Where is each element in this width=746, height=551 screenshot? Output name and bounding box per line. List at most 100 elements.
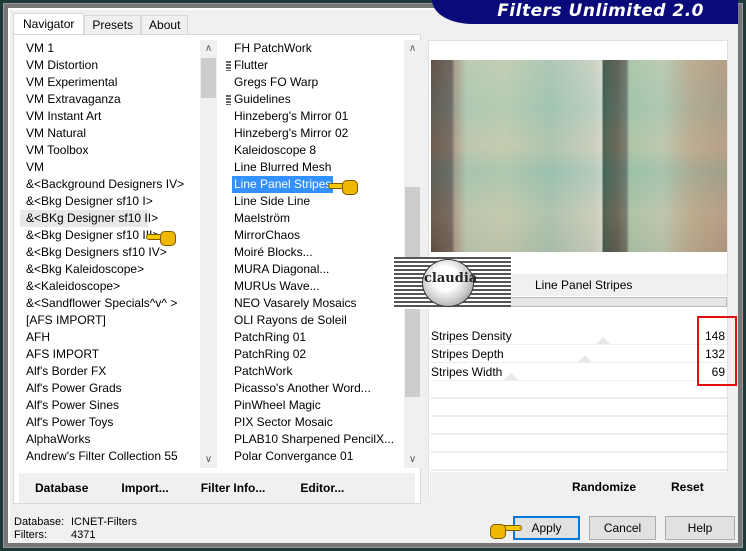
category-item[interactable]: [AFS IMPORT] [20,312,216,329]
category-item[interactable]: VM 1 [20,40,216,57]
filter-item[interactable]: PatchRing 01 [226,329,420,346]
filter-item-label: PatchWork [234,364,293,378]
category-item[interactable]: Alf's Border FX [20,363,216,380]
filter-list[interactable]: FH PatchWork Flutter Gregs FO Warp Guidelin… [226,40,420,468]
watermark-logo: claudia [394,257,511,309]
empty-parameter-row [431,381,727,399]
filter-item[interactable]: Guidelines [226,91,420,108]
scroll-down-icon[interactable]: ∨ [404,451,421,468]
filter-item[interactable]: Hinzeberg's Mirror 01 [226,108,420,125]
category-item[interactable]: &<Sandflower Specials^v^ > [20,295,216,312]
filter-item[interactable]: Picasso's Another Word... [226,380,420,397]
filter-item[interactable]: Polar Convergance 02 [226,465,420,468]
scroll-up-icon[interactable]: ∧ [200,40,217,57]
slider-marker-icon[interactable] [503,373,518,380]
values-highlight-box [697,316,737,386]
filter-item-label: Flutter [234,58,269,72]
category-item[interactable]: AFH [20,329,216,346]
category-item[interactable]: &<Bkg Designer sf10 III> [20,227,216,244]
filter-item-label: Maelström [234,211,291,225]
pointing-hand-icon [490,522,522,539]
tab-navigator[interactable]: Navigator [13,13,85,35]
filter-item[interactable]: MURUs Wave... [226,278,420,295]
filter-item[interactable]: Hinzeberg's Mirror 02 [226,125,420,142]
help-button[interactable]: Help [665,516,735,540]
filter-item-label: PIX Sector Mosaic [234,415,333,429]
editor-button[interactable]: Editor... [300,481,344,495]
import-button[interactable]: Import... [121,481,168,495]
category-item[interactable]: VM Natural [20,125,216,142]
filter-item[interactable]: Kaleidoscope 8 [226,142,420,159]
filter-item[interactable]: Maelström [226,210,420,227]
filter-item[interactable]: PIX Sector Mosaic [226,414,420,431]
category-item[interactable]: &<Bkg Designer sf10 I> [20,193,216,210]
filter-item[interactable]: Line Side Line [226,193,420,210]
filters-count: 4371 [71,529,96,541]
filter-item[interactable]: MirrorChaos [226,227,420,244]
filter-item[interactable]: Line Panel Stripes [226,176,420,193]
filter-item[interactable]: MURA Diagonal... [226,261,420,278]
category-item[interactable]: Alf's Power Grads [20,380,216,397]
filter-item[interactable]: PatchRing 02 [226,346,420,363]
category-item[interactable]: VM Extravaganza [20,91,216,108]
group-marker-icon [226,95,231,105]
filter-item[interactable]: Flutter [226,57,420,74]
filter-item[interactable]: PinWheel Magic [226,397,420,414]
parameter-row[interactable]: Stripes Width 69 [431,363,727,381]
filter-info-button[interactable]: Filter Info... [201,481,266,495]
filter-item-label: NEO Vasarely Mosaics [234,296,357,310]
database-value: ICNET-Filters [71,516,137,528]
filter-item-label: Line Side Line [234,194,311,208]
filter-item-label: Moiré Blocks... [234,245,313,259]
category-item[interactable]: VM Toolbox [20,142,216,159]
empty-parameter-row [431,453,727,471]
filter-item[interactable]: Gregs FO Warp [226,74,420,91]
category-item[interactable]: VM Instant Art [20,108,216,125]
filter-item-label: Line Blurred Mesh [234,160,332,174]
tab-presets[interactable]: Presets [84,15,142,35]
category-item[interactable]: &<Kaleidoscope> [20,278,216,295]
category-item[interactable]: Andrew's Filter Collection 55 [20,448,216,465]
randomize-button[interactable]: Randomize [572,480,636,494]
database-label: Database: [14,516,65,528]
database-button[interactable]: Database [35,481,88,495]
scroll-up-icon[interactable]: ∧ [404,40,421,57]
tab-about[interactable]: About [141,15,189,35]
filter-item[interactable]: PLAB10 Sharpened PencilX... [226,431,420,448]
cancel-button[interactable]: Cancel [589,516,656,540]
category-scrollbar[interactable]: ∧ ∨ [200,40,217,468]
category-list[interactable]: VM 1 VM Distortion VM Experimental VM Extra… [20,40,216,468]
filter-item[interactable]: NEO Vasarely Mosaics [226,295,420,312]
scroll-down-icon[interactable]: ∨ [200,451,217,468]
parameter-row[interactable]: Stripes Depth 132 [431,345,727,363]
navigator-panel: VM 1 VM Distortion VM Experimental VM Extra… [13,34,421,504]
filter-scrollbar[interactable]: ∧ ∨ [404,40,421,468]
apply-button[interactable]: Apply [513,516,580,540]
filter-item[interactable]: Polar Convergance 01 [226,448,420,465]
category-item[interactable]: &<BKg Designer sf10 II> [20,210,158,227]
slider-marker-icon[interactable] [577,355,592,362]
category-item[interactable]: &<Background Designers IV> [20,176,216,193]
category-item[interactable]: VM [20,159,216,176]
filter-item[interactable]: Moiré Blocks... [226,244,420,261]
category-item[interactable]: &<Bkg Designers sf10 IV> [20,244,216,261]
category-item[interactable]: VM Experimental [20,74,216,91]
category-item[interactable]: Alf's Power Sines [20,397,216,414]
category-item[interactable]: VM Distortion [20,57,216,74]
filter-item[interactable]: OLI Rayons de Soleil [226,312,420,329]
filter-item-label: MURA Diagonal... [234,262,330,276]
filter-item[interactable]: Line Blurred Mesh [226,159,420,176]
category-item[interactable]: &<Bkg Kaleidoscope> [20,261,216,278]
scrollbar-thumb[interactable] [201,58,216,98]
reset-button[interactable]: Reset [671,480,704,494]
category-item[interactable]: Alf's Power Toys [20,414,216,431]
slider-marker-icon[interactable] [595,337,610,344]
category-item[interactable]: AFS IMPORT [20,346,216,363]
parameter-row[interactable]: Stripes Density 148 [431,327,727,345]
category-item[interactable]: AlphaWorks [20,431,216,448]
filter-item-label: MURUs Wave... [234,279,320,293]
filter-item-label: FH PatchWork [234,41,312,55]
filter-item[interactable]: FH PatchWork [226,40,420,57]
filter-item-label: PatchRing 02 [234,347,307,361]
filter-item[interactable]: PatchWork [226,363,420,380]
